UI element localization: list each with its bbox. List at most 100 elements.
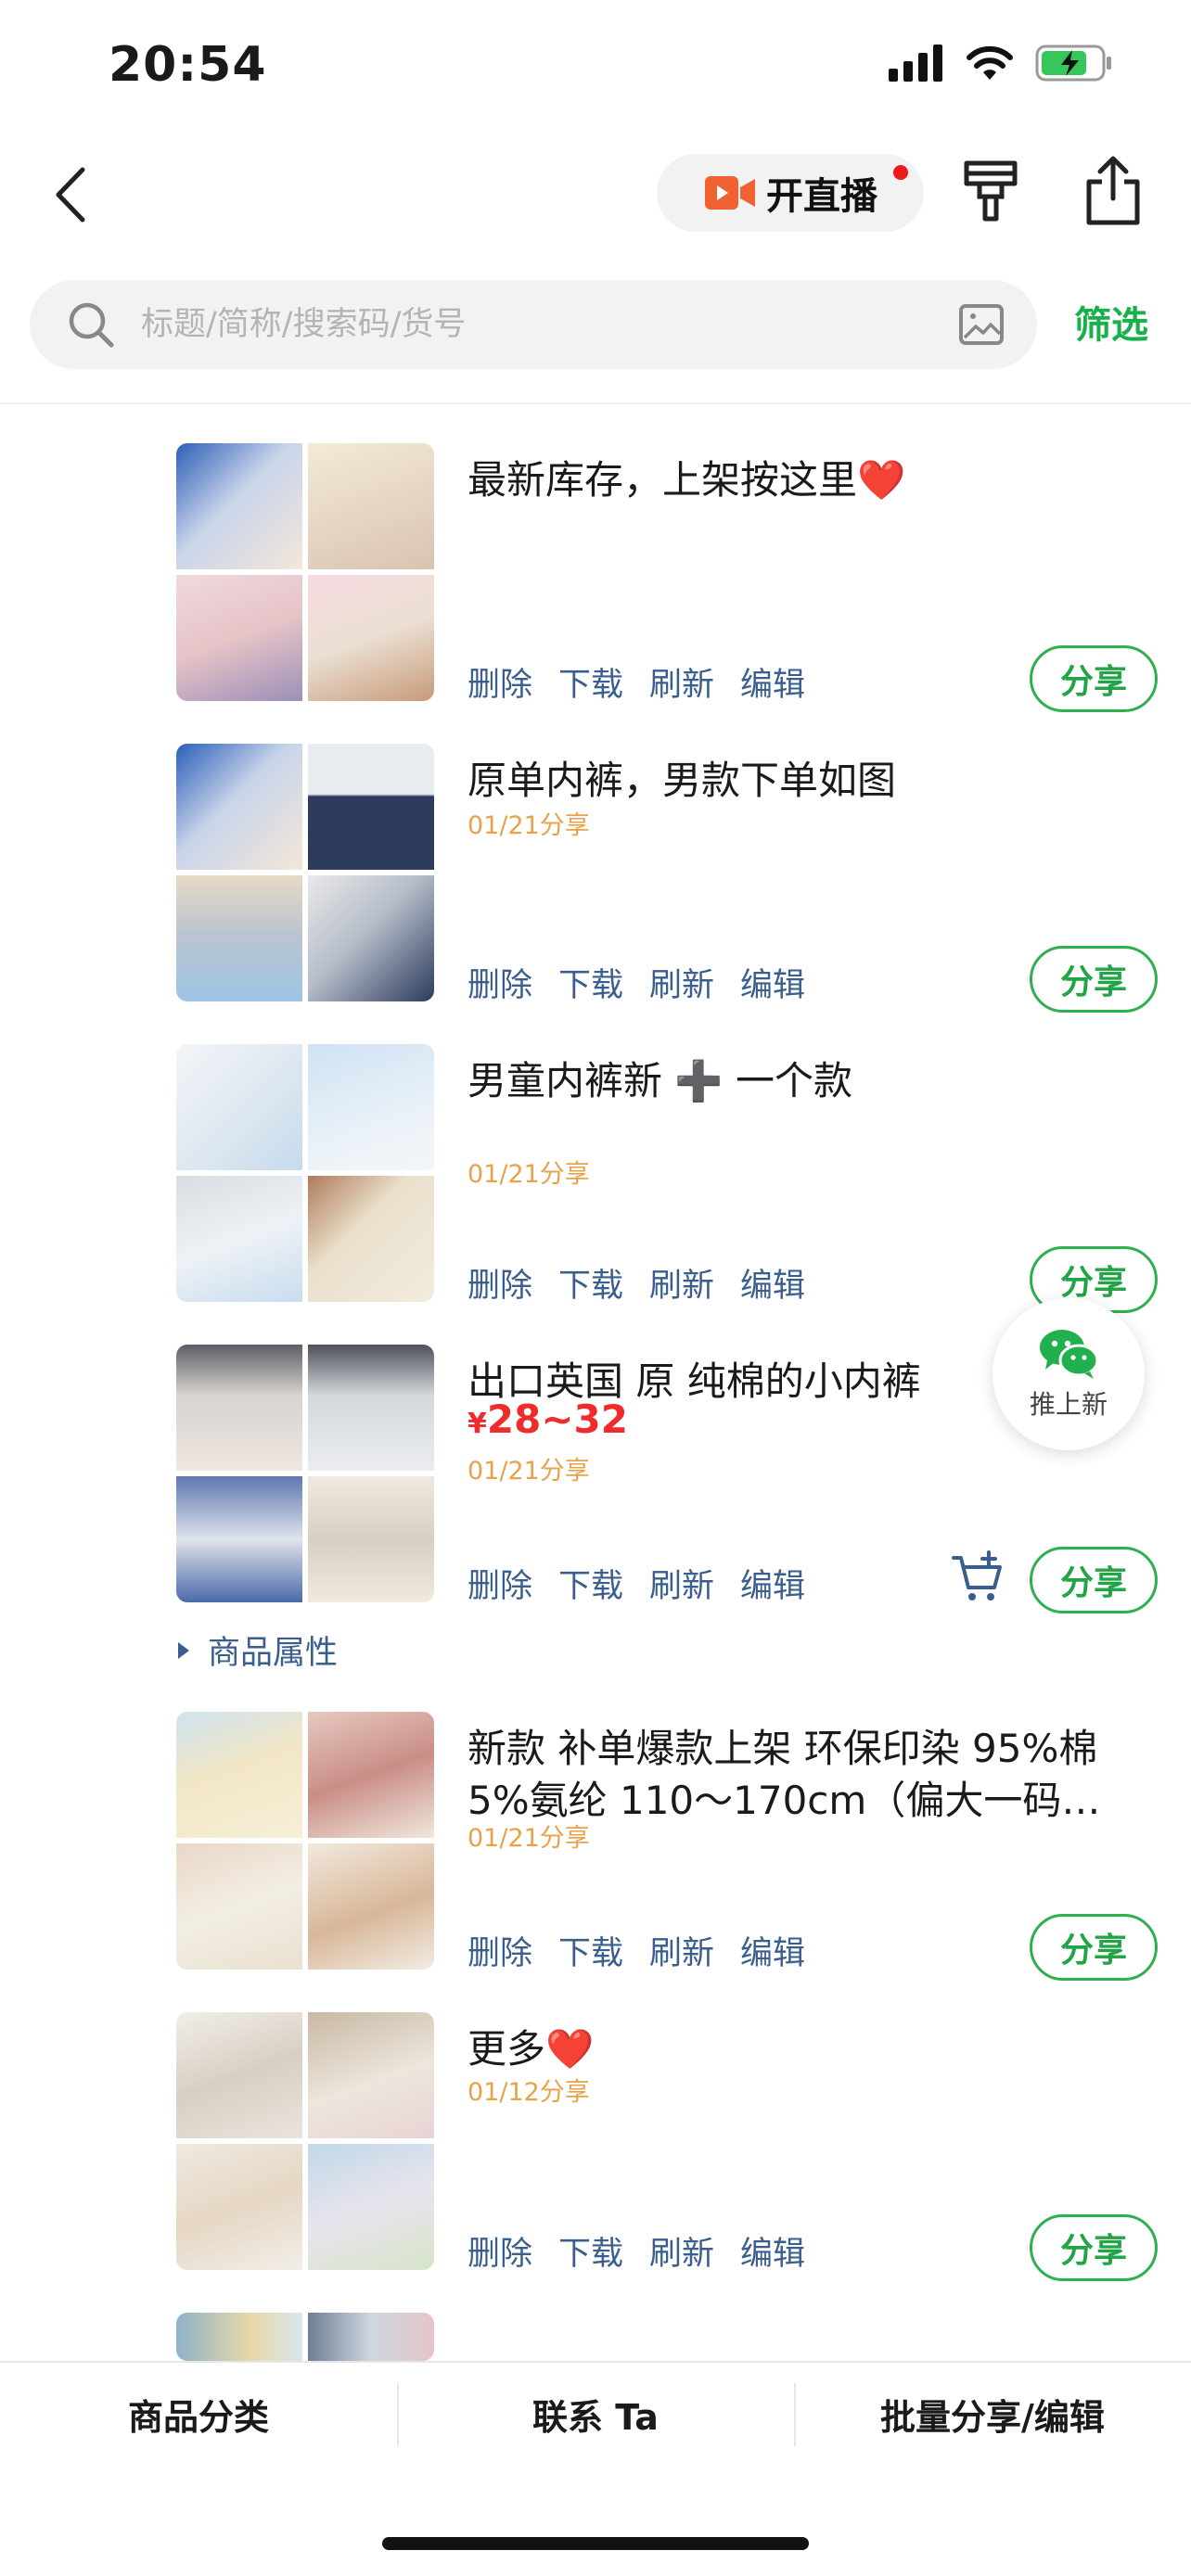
product-image xyxy=(176,1476,302,1602)
download-link[interactable]: 下载 xyxy=(558,1927,623,1974)
refresh-link[interactable]: 刷新 xyxy=(649,1927,714,1974)
status-icons xyxy=(889,45,1113,82)
share-page-button[interactable] xyxy=(1080,154,1146,228)
image-search-icon[interactable] xyxy=(957,300,1005,349)
product-thumbnail-grid[interactable] xyxy=(176,1712,434,1970)
push-new-button[interactable]: 推上新 xyxy=(992,1298,1145,1450)
item-actions: 删除 下载 刷新 编辑 xyxy=(467,959,805,1006)
back-button[interactable] xyxy=(37,159,102,230)
divider xyxy=(0,402,1191,404)
product-title: 新款 补单爆款上架 环保印染 95%棉5%氨纶 110～170cm（偏大一码）颜… xyxy=(467,1726,1101,1823)
go-live-button[interactable]: 开直播 xyxy=(657,154,924,232)
product-thumbnail-grid[interactable] xyxy=(176,744,434,1001)
download-link[interactable]: 下载 xyxy=(558,2227,623,2275)
delete-link[interactable]: 删除 xyxy=(467,2227,532,2275)
product-image xyxy=(308,1476,434,1602)
delete-link[interactable]: 删除 xyxy=(467,1927,532,1974)
store-icon xyxy=(964,160,1018,222)
item-actions: 删除 下载 刷新 编辑 xyxy=(467,1927,805,1974)
search-input[interactable] xyxy=(141,280,957,369)
list-item[interactable]: 新款 补单爆款上架 环保印染 95%棉5%氨纶 110～170cm（偏大一码）颜… xyxy=(0,1712,1191,1981)
product-image xyxy=(176,2144,302,2270)
product-image xyxy=(176,1044,302,1170)
product-image xyxy=(176,1712,302,1838)
delete-link[interactable]: 删除 xyxy=(467,959,532,1006)
edit-link[interactable]: 编辑 xyxy=(740,959,805,1006)
tab-product-categories[interactable]: 商品分类 xyxy=(0,2363,397,2465)
refresh-link[interactable]: 刷新 xyxy=(649,1560,714,1607)
share-button[interactable]: 分享 xyxy=(1030,645,1158,712)
edit-link[interactable]: 编辑 xyxy=(740,658,805,706)
product-image xyxy=(176,443,302,569)
product-image xyxy=(308,875,434,1001)
product-image xyxy=(308,2012,434,2138)
refresh-link[interactable]: 刷新 xyxy=(649,1259,714,1307)
download-link[interactable]: 下载 xyxy=(558,959,623,1006)
product-image xyxy=(308,575,434,701)
refresh-link[interactable]: 刷新 xyxy=(649,2227,714,2275)
product-title: 更多❤️ xyxy=(467,2026,595,2072)
edit-link[interactable]: 编辑 xyxy=(740,1927,805,1974)
refresh-link[interactable]: 刷新 xyxy=(649,959,714,1006)
delete-link[interactable]: 删除 xyxy=(467,658,532,706)
product-image xyxy=(308,443,434,569)
price-range: 28~32 xyxy=(486,1396,628,1442)
home-indicator xyxy=(382,2537,809,2550)
edit-link[interactable]: 编辑 xyxy=(740,2227,805,2275)
share-upload-icon xyxy=(1086,156,1140,225)
share-date: 01/21分享 xyxy=(467,1457,590,1486)
product-thumbnail-grid[interactable] xyxy=(176,443,434,701)
product-title: 男童内裤新 ➕ 一个款 xyxy=(467,1058,852,1103)
delete-link[interactable]: 删除 xyxy=(467,1560,532,1607)
store-button[interactable] xyxy=(957,158,1024,224)
refresh-link[interactable]: 刷新 xyxy=(649,658,714,706)
product-image xyxy=(176,875,302,1001)
delete-link[interactable]: 删除 xyxy=(467,1259,532,1307)
download-link[interactable]: 下载 xyxy=(558,1259,623,1307)
share-button[interactable]: 分享 xyxy=(1030,2214,1158,2281)
video-camera-icon xyxy=(705,176,755,210)
edit-link[interactable]: 编辑 xyxy=(740,1259,805,1307)
product-image xyxy=(308,2313,434,2361)
item-actions: 删除 下载 刷新 编辑 xyxy=(467,2227,805,2275)
product-attributes-toggle[interactable]: 商品属性 xyxy=(176,1626,338,1674)
product-image xyxy=(176,1176,302,1302)
product-price: ¥28~32 xyxy=(467,1396,628,1442)
product-image xyxy=(308,744,434,870)
share-button[interactable]: 分享 xyxy=(1030,1547,1158,1613)
product-thumbnail-grid[interactable] xyxy=(176,1345,434,1602)
triangle-right-icon xyxy=(178,1641,189,1659)
product-thumbnail-grid[interactable] xyxy=(176,2313,434,2361)
product-image xyxy=(308,1843,434,1970)
share-button[interactable]: 分享 xyxy=(1030,1914,1158,1981)
product-image xyxy=(176,1345,302,1471)
product-image xyxy=(308,1044,434,1170)
push-new-label: 推上新 xyxy=(1029,1389,1108,1420)
search-icon xyxy=(69,302,114,348)
product-thumbnail-grid[interactable] xyxy=(176,1044,434,1302)
share-date: 01/21分享 xyxy=(467,811,590,840)
product-title: 原单内裤，男款下单如图 xyxy=(467,758,897,803)
list-item[interactable]: 更多❤️ 01/12分享 删除 下载 刷新 编辑 分享 xyxy=(0,2012,1191,2281)
share-date: 01/21分享 xyxy=(467,1824,590,1853)
filter-button[interactable]: 筛选 xyxy=(1074,295,1148,349)
battery-charging-icon xyxy=(1035,45,1111,82)
download-link[interactable]: 下载 xyxy=(558,658,623,706)
item-actions: 删除 下载 刷新 编辑 xyxy=(467,1259,805,1307)
list-item[interactable]: 原单内裤，男款下单如图 01/21分享 删除 下载 刷新 编辑 分享 xyxy=(0,744,1191,1013)
download-link[interactable]: 下载 xyxy=(558,1560,623,1607)
list-item[interactable]: 最新库存，上架按这里❤️ 删除 下载 刷新 编辑 分享 xyxy=(0,443,1191,712)
tab-contact[interactable]: 联系 Ta xyxy=(397,2363,794,2465)
edit-link[interactable]: 编辑 xyxy=(740,1560,805,1607)
list-item[interactable] xyxy=(0,2313,1191,2361)
product-image xyxy=(176,1843,302,1970)
add-to-cart-icon[interactable] xyxy=(950,1550,1005,1606)
tab-batch-share-edit[interactable]: 批量分享/编辑 xyxy=(794,2363,1191,2465)
share-button[interactable]: 分享 xyxy=(1030,946,1158,1013)
product-attributes-label: 商品属性 xyxy=(208,1635,339,1672)
product-image xyxy=(176,575,302,701)
list-item[interactable]: 男童内裤新 ➕ 一个款 01/21分享 删除 下载 刷新 编辑 分享 xyxy=(0,1044,1191,1313)
product-image xyxy=(308,2144,434,2270)
product-image xyxy=(308,1345,434,1471)
product-thumbnail-grid[interactable] xyxy=(176,2012,434,2270)
